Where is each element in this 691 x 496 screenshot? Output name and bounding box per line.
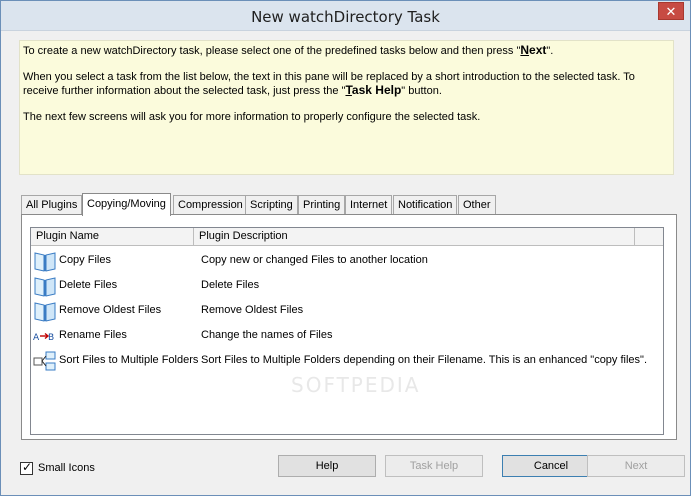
rename-icon: AB [33, 325, 57, 347]
small-icons-checkbox[interactable]: ✓ [20, 460, 33, 475]
svg-text:A: A [33, 333, 40, 343]
tab-scripting[interactable]: Scripting [245, 195, 298, 215]
intro-text: ". [546, 45, 554, 57]
dialog-client: To create a new watchDirectory task, ple… [1, 31, 690, 495]
plugin-name: Rename Files [59, 329, 127, 341]
intro-paragraph-3: The next few screens will ask you for mo… [23, 111, 481, 123]
intro-pane: To create a new watchDirectory task, ple… [19, 40, 674, 175]
sort-icon [33, 350, 57, 372]
next-keyword-mnemonic: N [520, 43, 530, 57]
book-icon [33, 300, 57, 322]
tab-compression[interactable]: Compression [173, 195, 248, 215]
book-icon [33, 275, 57, 297]
plugin-name: Sort Files to Multiple Folders [59, 354, 199, 366]
plugin-description: Delete Files [201, 279, 260, 291]
list-item[interactable]: Delete Files Delete Files [31, 273, 663, 298]
column-header-plugin-description[interactable]: Plugin Description [194, 228, 635, 246]
task-help-keyword: Task Help [345, 83, 401, 97]
help-button[interactable]: Help [278, 455, 376, 477]
list-item[interactable]: Sort Files to Multiple Folders Sort File… [31, 348, 663, 373]
list-item[interactable]: Copy Files Copy new or changed Files to … [31, 248, 663, 273]
window-title: New watchDirectory Task [251, 8, 440, 26]
plugin-description: Sort Files to Multiple Folders depending… [201, 354, 648, 366]
plugin-tabs: All Plugins Copying/Moving Compression S… [21, 193, 681, 216]
intro-paragraph-2: When you select a task from the list bel… [23, 71, 670, 98]
next-keyword-rest: ext [529, 43, 547, 57]
book-icon [33, 250, 57, 272]
plugin-description: Remove Oldest Files [201, 304, 304, 316]
intro-paragraph-1: To create a new watchDirectory task, ple… [23, 44, 670, 58]
plugin-name: Remove Oldest Files [59, 304, 162, 316]
column-header-plugin-name[interactable]: Plugin Name [31, 228, 194, 246]
next-keyword: Next [520, 43, 546, 57]
check-icon: ✓ [22, 460, 33, 474]
task-help-keyword-rest: ask Help [351, 83, 402, 97]
plugin-list[interactable]: Plugin Name Plugin Description Copy File… [30, 227, 664, 435]
dialog-window: New watchDirectory Task ✕ To create a ne… [0, 0, 691, 496]
tab-other[interactable]: Other [458, 195, 496, 215]
task-help-button[interactable]: Task Help [385, 455, 483, 477]
plugin-description: Change the names of Files [201, 329, 333, 341]
plugin-description: Copy new or changed Files to another loc… [201, 254, 428, 266]
tab-panel: Plugin Name Plugin Description Copy File… [21, 214, 677, 440]
plugin-name: Delete Files [59, 279, 118, 291]
title-bar[interactable]: New watchDirectory Task ✕ [1, 1, 690, 31]
svg-text:B: B [48, 333, 54, 343]
plugin-name: Copy Files [59, 254, 111, 266]
tab-printing[interactable]: Printing [298, 195, 346, 215]
list-item[interactable]: AB Rename Files Change the names of File… [31, 323, 663, 348]
intro-text: " button. [401, 85, 442, 97]
tab-copying-moving[interactable]: Copying/Moving [82, 193, 171, 216]
tab-internet[interactable]: Internet [345, 195, 393, 215]
list-item[interactable]: Remove Oldest Files Remove Oldest Files [31, 298, 663, 323]
intro-text: When you select a task from the list bel… [23, 71, 635, 97]
close-button[interactable]: ✕ [658, 2, 684, 20]
tab-notification[interactable]: Notification [393, 195, 458, 215]
next-button[interactable]: Next [587, 455, 685, 477]
tab-all-plugins[interactable]: All Plugins [21, 195, 83, 215]
list-header: Plugin Name Plugin Description [31, 228, 663, 246]
small-icons-label: Small Icons [38, 462, 95, 474]
intro-text: To create a new watchDirectory task, ple… [23, 45, 521, 57]
cancel-button[interactable]: Cancel [502, 455, 600, 477]
